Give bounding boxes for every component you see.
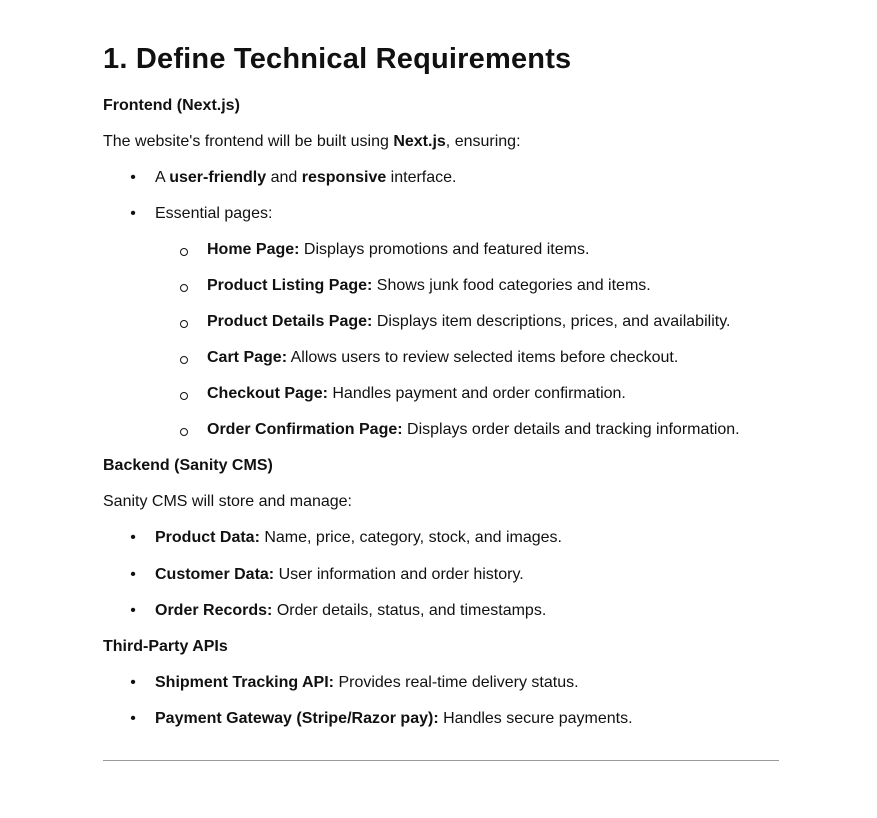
item-name: Customer Data: — [155, 566, 275, 583]
text-fragment: and — [266, 169, 302, 186]
bullet-icon: • — [130, 566, 136, 583]
item-desc: User information and order history. — [274, 566, 524, 583]
item-name: Checkout Page: — [207, 385, 328, 402]
item-name: Product Details Page: — [207, 313, 373, 330]
list-item: Checkout Page: Handles payment and order… — [207, 383, 626, 405]
circle-bullet-icon — [180, 248, 188, 256]
item-name: Home Page: — [207, 241, 300, 258]
list-item: Order Confirmation Page: Displays order … — [207, 419, 740, 441]
circle-bullet-icon — [180, 284, 188, 292]
item-name: Cart Page: — [207, 349, 288, 366]
backend-intro: Sanity CMS will store and manage: — [103, 493, 352, 510]
circle-bullet-icon — [180, 428, 188, 436]
frontend-intro-bold: Next.js — [393, 133, 446, 150]
circle-bullet-icon — [180, 356, 188, 364]
list-item: Product Listing Page: Shows junk food ca… — [207, 275, 651, 297]
item-name: Order Confirmation Page: — [207, 421, 403, 438]
bullet-icon: • — [130, 529, 136, 546]
item-name: Payment Gateway (Stripe/Razor pay): — [155, 710, 439, 727]
item-name: Shipment Tracking API: — [155, 674, 334, 691]
bullet-icon: • — [130, 169, 136, 186]
text-fragment: interface. — [386, 169, 457, 186]
list-item: Essential pages: — [155, 205, 273, 222]
list-item: Product Details Page: Displays item desc… — [207, 311, 730, 333]
list-item: Shipment Tracking API: Provides real-tim… — [155, 672, 579, 694]
list-item: Cart Page: Allows users to review select… — [207, 347, 678, 369]
list-item: Product Data: Name, price, category, sto… — [155, 527, 562, 549]
item-desc: Name, price, category, stock, and images… — [259, 529, 562, 546]
list-item: Payment Gateway (Stripe/Razor pay): Hand… — [155, 708, 633, 730]
list-item: A user-friendly and responsive interface… — [155, 167, 457, 189]
item-desc: Order details, status, and timestamps. — [272, 602, 547, 619]
text-fragment: A — [155, 169, 170, 186]
list-item: Home Page: Displays promotions and featu… — [207, 239, 589, 261]
frontend-intro-suffix: , ensuring: — [445, 133, 521, 150]
frontend-intro-prefix: The website's frontend will be built usi… — [103, 133, 394, 150]
text-fragment-bold: user-friendly — [169, 169, 267, 186]
bullet-icon: • — [130, 710, 136, 727]
bullet-icon: • — [130, 674, 136, 691]
item-desc: Allows users to review selected items be… — [287, 349, 679, 366]
item-name: Product Listing Page: — [207, 277, 373, 294]
item-desc: Handles secure payments. — [438, 710, 633, 727]
item-desc: Displays order details and tracking info… — [402, 421, 740, 438]
item-desc: Handles payment and order confirmation. — [327, 385, 626, 402]
circle-bullet-icon — [180, 392, 188, 400]
section-heading: 1. Define Technical Requirements — [103, 43, 572, 75]
item-name: Order Records: — [155, 602, 273, 619]
item-desc: Displays item descriptions, prices, and … — [372, 313, 731, 330]
list-item: Customer Data: User information and orde… — [155, 564, 524, 586]
apis-title: Third-Party APIs — [103, 638, 228, 655]
backend-title: Backend (Sanity CMS) — [103, 457, 273, 474]
item-name: Product Data: — [155, 529, 260, 546]
item-desc: Provides real-time delivery status. — [334, 674, 579, 691]
circle-bullet-icon — [180, 320, 188, 328]
frontend-intro: The website's frontend will be built usi… — [103, 131, 521, 153]
frontend-title: Frontend (Next.js) — [103, 97, 240, 114]
text-fragment-bold: responsive — [301, 169, 387, 186]
horizontal-divider — [103, 760, 779, 761]
item-desc: Displays promotions and featured items. — [299, 241, 590, 258]
list-item: Order Records: Order details, status, an… — [155, 600, 546, 622]
bullet-icon: • — [130, 205, 136, 222]
bullet-icon: • — [130, 602, 136, 619]
item-desc: Shows junk food categories and items. — [372, 277, 651, 294]
